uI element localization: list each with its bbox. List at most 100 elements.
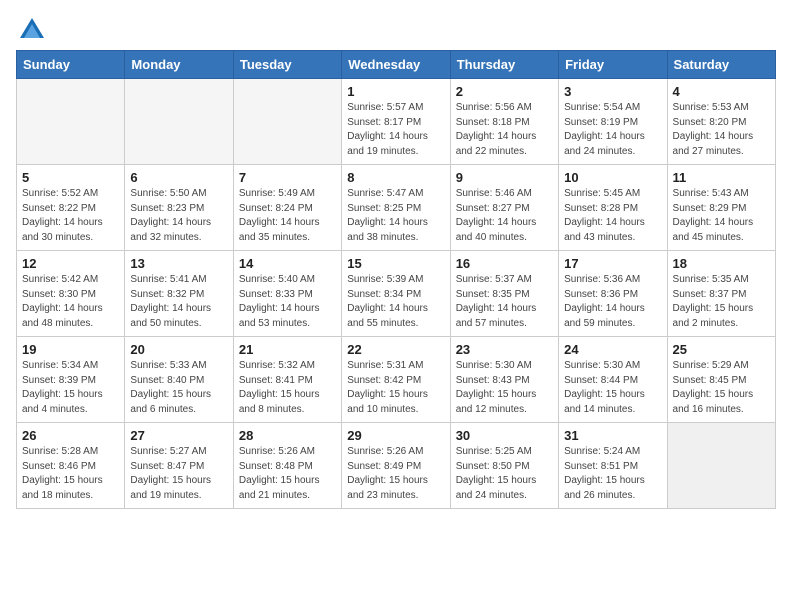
day-info: Sunrise: 5:24 AMSunset: 8:51 PMDaylight:…: [564, 445, 661, 503]
calendar-cell: 10 Sunrise: 5:45 AMSunset: 8:28 PMDayligh…: [559, 165, 667, 251]
day-info: Sunrise: 5:34 AMSunset: 8:39 PMDaylight:…: [22, 359, 119, 417]
day-number: 1: [347, 84, 444, 99]
day-info: Sunrise: 5:27 AMSunset: 8:47 PMDaylight:…: [130, 445, 227, 503]
logo: [16, 16, 46, 40]
day-number: 16: [456, 256, 553, 271]
day-info: Sunrise: 5:43 AMSunset: 8:29 PMDaylight:…: [673, 187, 770, 245]
calendar-cell: 29Sunrise: 5:26 AMSunset: 8:49 PMDayligh…: [342, 423, 450, 509]
day-header-tuesday: Tuesday: [233, 51, 341, 79]
calendar-cell: 7 Sunrise: 5:49 AMSunset: 8:24 PMDaylight…: [233, 165, 341, 251]
day-number: 21: [239, 342, 336, 357]
calendar-cell: 23 Sunrise: 5:30 AMSunset: 8:43 PMDayligh…: [450, 337, 558, 423]
calendar-cell: 28 Sunrise: 5:26 AMSunset: 8:48 PMDayligh…: [233, 423, 341, 509]
calendar-cell: 16 Sunrise: 5:37 AMSunset: 8:35 PMDayligh…: [450, 251, 558, 337]
calendar-cell: 14 Sunrise: 5:40 AMSunset: 8:33 PMDayligh…: [233, 251, 341, 337]
calendar-cell: 11 Sunrise: 5:43 AMSunset: 8:29 PMDayligh…: [667, 165, 775, 251]
calendar-cell: 9 Sunrise: 5:46 AMSunset: 8:27 PMDaylight…: [450, 165, 558, 251]
day-info: Sunrise: 5:29 AMSunset: 8:45 PMDaylight:…: [673, 359, 770, 417]
day-number: 25: [673, 342, 770, 357]
calendar-cell: [125, 79, 233, 165]
calendar-cell: 12Sunrise: 5:42 AMSunset: 8:30 PMDayligh…: [17, 251, 125, 337]
calendar-cell: 13Sunrise: 5:41 AMSunset: 8:32 PMDayligh…: [125, 251, 233, 337]
day-info: Sunrise: 5:46 AMSunset: 8:27 PMDaylight:…: [456, 187, 553, 245]
day-number: 3: [564, 84, 661, 99]
day-number: 27: [130, 428, 227, 443]
calendar-cell: 30 Sunrise: 5:25 AMSunset: 8:50 PMDayligh…: [450, 423, 558, 509]
calendar-cell: 18 Sunrise: 5:35 AMSunset: 8:37 PMDayligh…: [667, 251, 775, 337]
page-header: [16, 16, 776, 40]
day-info: Sunrise: 5:45 AMSunset: 8:28 PMDaylight:…: [564, 187, 661, 245]
calendar-cell: 8Sunrise: 5:47 AMSunset: 8:25 PMDaylight…: [342, 165, 450, 251]
calendar-cell: 5Sunrise: 5:52 AMSunset: 8:22 PMDaylight…: [17, 165, 125, 251]
day-number: 22: [347, 342, 444, 357]
day-number: 7: [239, 170, 336, 185]
day-info: Sunrise: 5:35 AMSunset: 8:37 PMDaylight:…: [673, 273, 770, 331]
calendar-cell: 1 Sunrise: 5:57 AMSunset: 8:17 PMDaylight…: [342, 79, 450, 165]
day-info: Sunrise: 5:26 AMSunset: 8:48 PMDaylight:…: [239, 445, 336, 503]
calendar-cell: 26 Sunrise: 5:28 AMSunset: 8:46 PMDayligh…: [17, 423, 125, 509]
calendar-cell: 31 Sunrise: 5:24 AMSunset: 8:51 PMDayligh…: [559, 423, 667, 509]
day-info: Sunrise: 5:53 AMSunset: 8:20 PMDaylight:…: [673, 101, 770, 159]
day-number: 26: [22, 428, 119, 443]
calendar-cell: 6Sunrise: 5:50 AMSunset: 8:23 PMDaylight…: [125, 165, 233, 251]
day-number: 29: [347, 428, 444, 443]
day-header-thursday: Thursday: [450, 51, 558, 79]
day-header-sunday: Sunday: [17, 51, 125, 79]
day-info: Sunrise: 5:37 AMSunset: 8:35 PMDaylight:…: [456, 273, 553, 331]
calendar-cell: 20Sunrise: 5:33 AMSunset: 8:40 PMDayligh…: [125, 337, 233, 423]
day-info: Sunrise: 5:32 AMSunset: 8:41 PMDaylight:…: [239, 359, 336, 417]
day-info: Sunrise: 5:54 AMSunset: 8:19 PMDaylight:…: [564, 101, 661, 159]
calendar-cell: 4 Sunrise: 5:53 AMSunset: 8:20 PMDaylight…: [667, 79, 775, 165]
day-number: 5: [22, 170, 119, 185]
calendar-cell: 15 Sunrise: 5:39 AMSunset: 8:34 PMDayligh…: [342, 251, 450, 337]
calendar-cell: 19 Sunrise: 5:34 AMSunset: 8:39 PMDayligh…: [17, 337, 125, 423]
calendar-table: SundayMondayTuesdayWednesdayThursdayFrid…: [16, 50, 776, 509]
day-info: Sunrise: 5:30 AMSunset: 8:44 PMDaylight:…: [564, 359, 661, 417]
week-row-2: 5Sunrise: 5:52 AMSunset: 8:22 PMDaylight…: [17, 165, 776, 251]
calendar-cell: 24Sunrise: 5:30 AMSunset: 8:44 PMDayligh…: [559, 337, 667, 423]
day-number: 2: [456, 84, 553, 99]
day-number: 11: [673, 170, 770, 185]
calendar-cell: [667, 423, 775, 509]
day-number: 15: [347, 256, 444, 271]
day-info: Sunrise: 5:47 AMSunset: 8:25 PMDaylight:…: [347, 187, 444, 245]
day-info: Sunrise: 5:40 AMSunset: 8:33 PMDaylight:…: [239, 273, 336, 331]
day-number: 28: [239, 428, 336, 443]
day-info: Sunrise: 5:49 AMSunset: 8:24 PMDaylight:…: [239, 187, 336, 245]
day-number: 4: [673, 84, 770, 99]
day-info: Sunrise: 5:41 AMSunset: 8:32 PMDaylight:…: [130, 273, 227, 331]
day-info: Sunrise: 5:50 AMSunset: 8:23 PMDaylight:…: [130, 187, 227, 245]
day-info: Sunrise: 5:42 AMSunset: 8:30 PMDaylight:…: [22, 273, 119, 331]
day-info: Sunrise: 5:36 AMSunset: 8:36 PMDaylight:…: [564, 273, 661, 331]
day-info: Sunrise: 5:28 AMSunset: 8:46 PMDaylight:…: [22, 445, 119, 503]
week-row-4: 19 Sunrise: 5:34 AMSunset: 8:39 PMDayligh…: [17, 337, 776, 423]
day-number: 19: [22, 342, 119, 357]
day-header-saturday: Saturday: [667, 51, 775, 79]
day-header-friday: Friday: [559, 51, 667, 79]
day-number: 18: [673, 256, 770, 271]
day-info: Sunrise: 5:25 AMSunset: 8:50 PMDaylight:…: [456, 445, 553, 503]
day-info: Sunrise: 5:31 AMSunset: 8:42 PMDaylight:…: [347, 359, 444, 417]
calendar-cell: [17, 79, 125, 165]
calendar-cell: 25 Sunrise: 5:29 AMSunset: 8:45 PMDayligh…: [667, 337, 775, 423]
week-row-5: 26 Sunrise: 5:28 AMSunset: 8:46 PMDayligh…: [17, 423, 776, 509]
day-info: Sunrise: 5:30 AMSunset: 8:43 PMDaylight:…: [456, 359, 553, 417]
calendar-cell: 2Sunrise: 5:56 AMSunset: 8:18 PMDaylight…: [450, 79, 558, 165]
day-number: 9: [456, 170, 553, 185]
day-number: 31: [564, 428, 661, 443]
week-row-3: 12Sunrise: 5:42 AMSunset: 8:30 PMDayligh…: [17, 251, 776, 337]
week-row-1: 1 Sunrise: 5:57 AMSunset: 8:17 PMDaylight…: [17, 79, 776, 165]
day-info: Sunrise: 5:39 AMSunset: 8:34 PMDaylight:…: [347, 273, 444, 331]
day-number: 14: [239, 256, 336, 271]
day-header-wednesday: Wednesday: [342, 51, 450, 79]
day-info: Sunrise: 5:57 AMSunset: 8:17 PMDaylight:…: [347, 101, 444, 159]
calendar-cell: [233, 79, 341, 165]
day-number: 30: [456, 428, 553, 443]
calendar-cell: 22 Sunrise: 5:31 AMSunset: 8:42 PMDayligh…: [342, 337, 450, 423]
day-header-monday: Monday: [125, 51, 233, 79]
day-number: 10: [564, 170, 661, 185]
calendar-cell: 3 Sunrise: 5:54 AMSunset: 8:19 PMDaylight…: [559, 79, 667, 165]
day-number: 23: [456, 342, 553, 357]
calendar-cell: 27 Sunrise: 5:27 AMSunset: 8:47 PMDayligh…: [125, 423, 233, 509]
day-info: Sunrise: 5:33 AMSunset: 8:40 PMDaylight:…: [130, 359, 227, 417]
